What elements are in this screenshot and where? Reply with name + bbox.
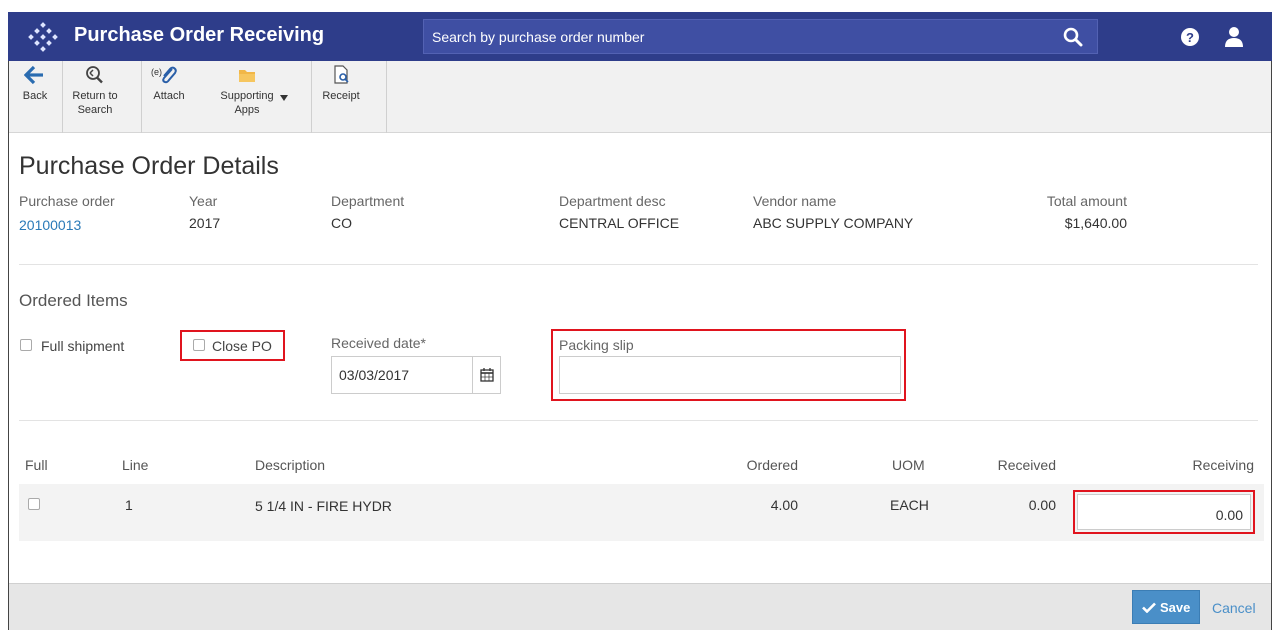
search-box [423,19,1098,54]
row-full-checkbox[interactable] [28,498,40,510]
row-description-link[interactable]: 5 1/4 IN - FIRE HYDR [255,498,392,514]
department-desc-label: Department desc [559,193,666,209]
vendor-name-label: Vendor name [753,193,837,209]
column-header-receiving: Receiving [1192,457,1254,473]
packing-slip-input[interactable] [559,356,901,394]
column-header-ordered: Ordered [746,457,798,473]
vendor-name-value: ABC SUPPLY COMPANY [753,215,914,231]
column-header-full: Full [25,457,48,473]
row-line: 1 [125,497,133,513]
app-logo-icon [28,22,58,52]
checkmark-icon [1142,602,1156,613]
total-amount-label: Total amount [1046,193,1127,209]
row-received: 0.00 [1028,497,1056,513]
full-shipment-label: Full shipment [41,338,125,354]
page-title: Purchase Order Details [19,152,279,180]
department-desc-value: CENTRAL OFFICE [559,215,680,231]
row-receiving-input[interactable]: 0.00 [1077,494,1251,530]
calendar-button[interactable] [473,356,501,394]
divider [19,264,1258,265]
footer-bar [9,583,1271,630]
search-icon[interactable] [1063,27,1083,47]
svg-text:?: ? [1186,30,1194,45]
packing-slip-label: Packing slip [559,337,634,353]
user-icon[interactable] [1224,26,1244,48]
ordered-items-title: Ordered Items [19,291,128,310]
close-po-label: Close PO [212,338,272,354]
top-bar: Purchase Order Receiving ? [8,12,1272,61]
column-header-uom: UOM [892,457,925,473]
row-uom: EACH [890,497,929,513]
row-ordered: 4.00 [770,497,798,513]
divider [19,420,1258,421]
close-po-checkbox[interactable] [193,339,205,351]
save-button[interactable]: Save [1132,590,1200,624]
app-title: Purchase Order Receiving [74,24,325,46]
received-date-input[interactable]: 03/03/2017 [331,356,473,394]
department-value: CO [331,215,352,231]
purchase-order-label: Purchase order [19,193,115,209]
total-amount-value: $1,640.00 [1064,215,1127,231]
column-header-line: Line [122,457,149,473]
year-value: 2017 [189,215,221,231]
department-label: Department [331,193,405,209]
toolbar: Back Return to Search (e) Attach Support… [9,61,1271,133]
search-input[interactable] [428,20,1028,53]
column-header-received: Received [997,457,1056,473]
full-shipment-checkbox[interactable] [20,339,32,351]
year-label: Year [189,193,218,209]
calendar-icon [480,368,494,382]
column-header-description: Description [255,457,326,473]
purchase-order-link[interactable]: 20100013 [19,217,81,233]
received-date-label: Received date* [331,335,426,351]
cancel-link[interactable]: Cancel [1212,600,1256,616]
help-icon[interactable]: ? [1180,27,1200,47]
